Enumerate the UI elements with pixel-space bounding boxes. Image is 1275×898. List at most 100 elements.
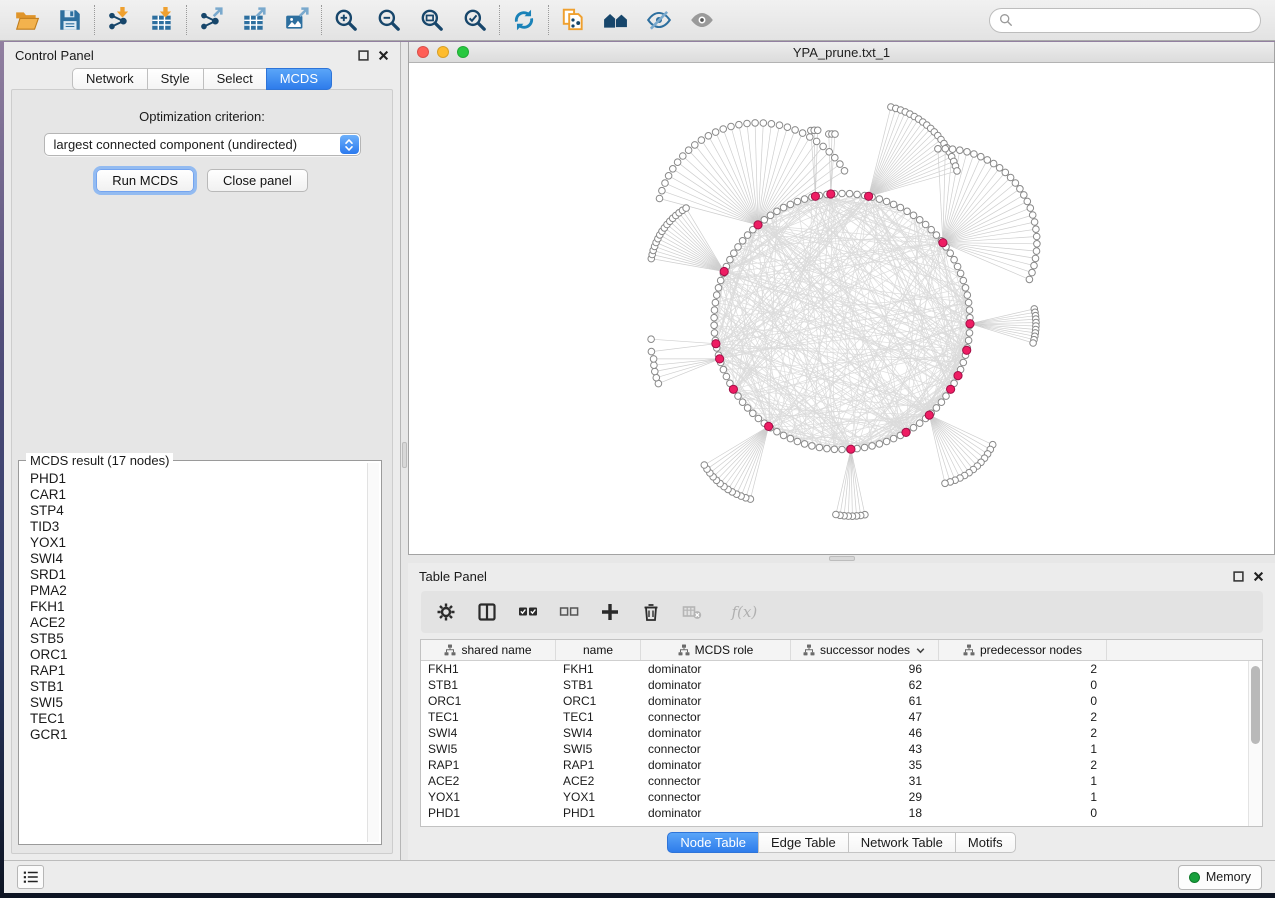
create-column-icon[interactable] bbox=[600, 602, 620, 622]
export-table-icon[interactable] bbox=[241, 7, 267, 33]
float-panel-icon[interactable] bbox=[358, 50, 369, 61]
tab-node-table[interactable]: Node Table bbox=[667, 832, 759, 853]
open-session-icon[interactable] bbox=[14, 7, 40, 33]
zoom-selected-icon[interactable] bbox=[462, 7, 488, 33]
table-scrollbar-thumb[interactable] bbox=[1251, 666, 1260, 744]
table-scrollbar[interactable] bbox=[1248, 661, 1262, 826]
column-header-predecessor-nodes[interactable]: predecessor nodes bbox=[939, 640, 1107, 660]
tab-style[interactable]: Style bbox=[147, 68, 204, 90]
result-node[interactable]: SRD1 bbox=[30, 567, 366, 583]
export-network-icon[interactable] bbox=[198, 7, 224, 33]
result-node[interactable]: STP4 bbox=[30, 503, 366, 519]
table-row[interactable]: FKH1FKH1dominator962 bbox=[421, 661, 1248, 677]
horizontal-splitter-handle[interactable] bbox=[829, 556, 855, 561]
table-cell: 2 bbox=[939, 662, 1107, 676]
node-table: shared namenameMCDS rolesuccessor nodesp… bbox=[420, 639, 1263, 827]
import-network-icon[interactable] bbox=[106, 7, 132, 33]
result-node[interactable]: ORC1 bbox=[30, 647, 366, 663]
tab-network-table[interactable]: Network Table bbox=[848, 832, 956, 853]
search-icon bbox=[999, 13, 1013, 27]
maximize-window-icon[interactable] bbox=[457, 46, 469, 58]
export-image-icon[interactable] bbox=[284, 7, 310, 33]
result-node[interactable]: PMA2 bbox=[30, 583, 366, 599]
toolbar-separator bbox=[499, 5, 500, 35]
table-cell: ORC1 bbox=[421, 694, 556, 708]
table-cell: 2 bbox=[939, 726, 1107, 740]
tab-network[interactable]: Network bbox=[72, 68, 148, 90]
table-row[interactable]: SWI5SWI5connector431 bbox=[421, 741, 1248, 757]
column-header-successor-nodes[interactable]: successor nodes bbox=[791, 640, 939, 660]
float-table-panel-icon[interactable] bbox=[1233, 571, 1244, 582]
result-node[interactable]: GCR1 bbox=[30, 727, 366, 743]
result-node[interactable]: RAP1 bbox=[30, 663, 366, 679]
criterion-dropdown[interactable]: largest connected component (undirected) bbox=[44, 133, 361, 156]
table-row[interactable]: ORC1ORC1dominator610 bbox=[421, 693, 1248, 709]
close-panel-icon[interactable] bbox=[378, 50, 389, 61]
unselect-all-columns-icon[interactable] bbox=[559, 602, 579, 622]
table-row[interactable]: PHD1PHD1dominator180 bbox=[421, 805, 1248, 821]
table-row[interactable]: TEC1TEC1connector472 bbox=[421, 709, 1248, 725]
close-table-panel-icon[interactable] bbox=[1253, 571, 1264, 582]
column-header-shared-name[interactable]: shared name bbox=[421, 640, 556, 660]
mcds-result-scrollbar[interactable] bbox=[367, 463, 379, 842]
clone-network-icon[interactable] bbox=[560, 7, 586, 33]
show-hidden-icon[interactable] bbox=[689, 7, 715, 33]
memory-button[interactable]: Memory bbox=[1178, 865, 1262, 890]
column-header-MCDS-role[interactable]: MCDS role bbox=[641, 640, 791, 660]
tab-mcds[interactable]: MCDS bbox=[266, 68, 332, 90]
tab-edge-table[interactable]: Edge Table bbox=[758, 832, 849, 853]
result-node[interactable]: SWI4 bbox=[30, 551, 366, 567]
column-header-name[interactable]: name bbox=[556, 640, 641, 660]
search-input[interactable] bbox=[1019, 13, 1251, 28]
table-cell: PHD1 bbox=[556, 806, 641, 820]
vertical-splitter[interactable] bbox=[401, 42, 408, 861]
run-mcds-button[interactable]: Run MCDS bbox=[96, 169, 194, 192]
result-node[interactable]: STB1 bbox=[30, 679, 366, 695]
result-node[interactable]: PHD1 bbox=[30, 471, 366, 487]
mcds-result-list[interactable]: PHD1CAR1STP4TID3YOX1SWI4SRD1PMA2FKH1ACE2… bbox=[21, 470, 366, 842]
hide-selected-icon[interactable] bbox=[646, 7, 672, 33]
table-row[interactable]: SWI4SWI4dominator462 bbox=[421, 725, 1248, 741]
delete-columns-icon[interactable] bbox=[641, 602, 661, 622]
close-window-icon[interactable] bbox=[417, 46, 429, 58]
result-node[interactable]: ACE2 bbox=[30, 615, 366, 631]
search-box[interactable] bbox=[989, 8, 1261, 33]
result-node[interactable]: YOX1 bbox=[30, 535, 366, 551]
network-canvas[interactable] bbox=[409, 63, 1274, 554]
result-node[interactable]: FKH1 bbox=[30, 599, 366, 615]
table-row[interactable]: ACE2ACE2connector311 bbox=[421, 773, 1248, 789]
zoom-in-icon[interactable] bbox=[333, 7, 359, 33]
table-cell: YOX1 bbox=[556, 790, 641, 804]
table-cell: connector bbox=[641, 790, 791, 804]
table-row[interactable]: STB1STB1dominator620 bbox=[421, 677, 1248, 693]
result-node[interactable]: STB5 bbox=[30, 631, 366, 647]
table-row[interactable]: RAP1RAP1dominator352 bbox=[421, 757, 1248, 773]
network-graph[interactable] bbox=[409, 63, 1274, 554]
result-node[interactable]: TEC1 bbox=[30, 711, 366, 727]
split-columns-icon[interactable] bbox=[477, 602, 497, 622]
horizontal-splitter[interactable] bbox=[408, 555, 1275, 563]
table-settings-gear-icon[interactable] bbox=[436, 602, 456, 622]
table-cell: dominator bbox=[641, 662, 791, 676]
tab-select[interactable]: Select bbox=[203, 68, 267, 90]
vertical-splitter-handle[interactable] bbox=[402, 442, 407, 468]
zoom-out-icon[interactable] bbox=[376, 7, 402, 33]
table-row[interactable]: YOX1YOX1connector291 bbox=[421, 789, 1248, 805]
result-node[interactable]: CAR1 bbox=[30, 487, 366, 503]
dropdown-stepper-icon[interactable] bbox=[340, 135, 359, 154]
table-cell: PHD1 bbox=[421, 806, 556, 820]
close-panel-button[interactable]: Close panel bbox=[207, 169, 308, 192]
table-cell: 18 bbox=[791, 806, 939, 820]
select-all-columns-icon[interactable] bbox=[518, 602, 538, 622]
import-table-icon[interactable] bbox=[149, 7, 175, 33]
apply-preferred-layout-icon[interactable] bbox=[511, 7, 537, 33]
toolbar-separator bbox=[94, 5, 95, 35]
first-neighbors-icon[interactable] bbox=[603, 7, 629, 33]
result-node[interactable]: SWI5 bbox=[30, 695, 366, 711]
zoom-fit-icon[interactable] bbox=[419, 7, 445, 33]
task-history-button[interactable] bbox=[17, 865, 44, 889]
save-session-icon[interactable] bbox=[57, 7, 83, 33]
minimize-window-icon[interactable] bbox=[437, 46, 449, 58]
result-node[interactable]: TID3 bbox=[30, 519, 366, 535]
tab-motifs[interactable]: Motifs bbox=[955, 832, 1016, 853]
